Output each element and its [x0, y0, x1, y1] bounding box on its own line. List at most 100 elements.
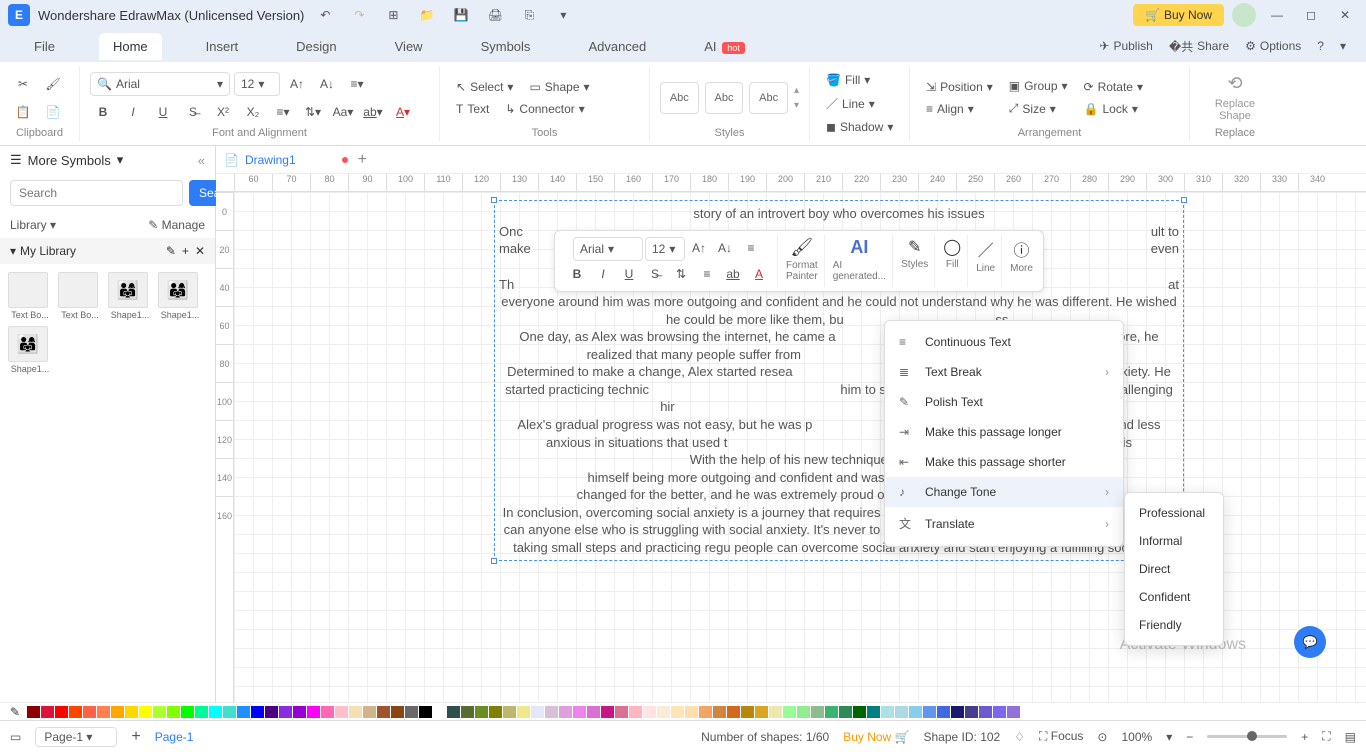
color-swatch[interactable] [755, 706, 768, 718]
style-prev[interactable]: ▴ [794, 85, 799, 96]
color-swatch[interactable] [797, 706, 810, 718]
fullscreen-icon[interactable]: ⛶ [1322, 729, 1330, 744]
tone-friendly[interactable]: Friendly [1125, 611, 1223, 639]
color-swatch[interactable] [895, 706, 908, 718]
color-swatch[interactable] [853, 706, 866, 718]
superscript-button[interactable]: X² [210, 100, 236, 124]
strike-button[interactable]: S̶ [180, 100, 206, 124]
focus-button[interactable]: ⛶ Focus [1039, 729, 1083, 744]
color-swatch[interactable] [69, 706, 82, 718]
tab-design[interactable]: Design [282, 33, 350, 60]
color-swatch[interactable] [657, 706, 670, 718]
align-button[interactable]: ≡▾ [344, 72, 370, 96]
color-swatch[interactable] [489, 706, 502, 718]
color-swatch[interactable] [307, 706, 320, 718]
color-swatch[interactable] [531, 706, 544, 718]
italic-button[interactable]: I [120, 100, 146, 124]
collapse-ribbon-button[interactable]: ▾ [1340, 39, 1346, 53]
color-swatch[interactable] [391, 706, 404, 718]
color-swatch[interactable] [643, 706, 656, 718]
fill-button[interactable]: 🪣 Fill▾ [820, 71, 899, 89]
color-swatch[interactable] [587, 706, 600, 718]
color-swatch[interactable] [811, 706, 824, 718]
replace-shape-icon[interactable]: ⟲ [1227, 73, 1242, 94]
shape-item[interactable]: Shape1... [108, 272, 152, 320]
font-color-button[interactable]: A▾ [390, 100, 416, 124]
color-swatch[interactable] [167, 706, 180, 718]
color-swatch[interactable] [153, 706, 166, 718]
ctx-polish-text[interactable]: ✎Polish Text [885, 387, 1123, 417]
close-button[interactable]: ✕ [1332, 2, 1358, 28]
canvas[interactable]: story of an introvert boy who overcomes … [234, 192, 1366, 702]
float-fill[interactable]: ◯Fill [937, 235, 968, 287]
shape-item[interactable]: Shape1... [158, 272, 202, 320]
align-shapes-button[interactable]: ≡ Align▾ [920, 100, 999, 118]
panel-icon[interactable]: ▤ [1345, 730, 1356, 744]
fit-button[interactable]: ⊙ [1097, 730, 1107, 744]
new-tab-button[interactable]: + [358, 151, 367, 169]
library-dropdown[interactable]: Library ▾ [10, 218, 56, 232]
shadow-button[interactable]: ◼ Shadow▾ [820, 118, 899, 136]
resize-handle[interactable] [1181, 197, 1187, 203]
color-swatch[interactable] [377, 706, 390, 718]
page-tab[interactable]: Page-1 [155, 730, 194, 744]
tone-confident[interactable]: Confident [1125, 583, 1223, 611]
tone-direct[interactable]: Direct [1125, 555, 1223, 583]
my-library-section[interactable]: ▾ My Library ✎ + ✕ [0, 238, 215, 264]
color-swatch[interactable] [965, 706, 978, 718]
chat-button[interactable]: 💬 [1294, 626, 1326, 658]
position-button[interactable]: ⇲ Position▾ [920, 78, 999, 96]
color-swatch[interactable] [517, 706, 530, 718]
spacing-button[interactable]: ⇅▾ [300, 100, 326, 124]
select-tool[interactable]: ↖ Select▾ [450, 78, 519, 96]
color-swatch[interactable] [923, 706, 936, 718]
tone-professional[interactable]: Professional [1125, 499, 1223, 527]
qat-more-button[interactable]: ▾ [550, 2, 576, 28]
float-dec-font[interactable]: A↓ [713, 237, 737, 259]
page-layout-icon[interactable]: ▭ [10, 730, 21, 744]
color-swatch[interactable] [139, 706, 152, 718]
color-swatch[interactable] [111, 706, 124, 718]
style-preset-1[interactable]: Abc [660, 82, 699, 114]
zoom-out[interactable]: − [1186, 730, 1193, 744]
color-swatch[interactable] [293, 706, 306, 718]
float-bold[interactable]: B [565, 263, 589, 285]
color-swatch[interactable] [783, 706, 796, 718]
options-button[interactable]: ⚙ Options [1245, 39, 1301, 53]
style-preset-2[interactable]: Abc [705, 82, 744, 114]
symbol-search-input[interactable] [10, 180, 183, 206]
color-swatch[interactable] [125, 706, 138, 718]
float-align[interactable]: ≡ [739, 237, 763, 259]
underline-button[interactable]: U [150, 100, 176, 124]
manage-button[interactable]: ✎ Manage [148, 218, 205, 232]
font-size-select[interactable]: 12 ▾ [234, 72, 280, 96]
float-inc-font[interactable]: A↑ [687, 237, 711, 259]
tab-insert[interactable]: Insert [192, 33, 253, 60]
tab-advanced[interactable]: Advanced [574, 33, 660, 60]
color-swatch[interactable] [769, 706, 782, 718]
maximize-button[interactable]: ◻ [1298, 2, 1324, 28]
color-swatch[interactable] [433, 706, 446, 718]
zoom-in[interactable]: + [1301, 730, 1308, 744]
color-swatch[interactable] [713, 706, 726, 718]
color-swatch[interactable] [839, 706, 852, 718]
case-button[interactable]: Aa▾ [330, 100, 356, 124]
color-swatch[interactable] [209, 706, 222, 718]
connector-tool[interactable]: ↳ Connector▾ [499, 100, 590, 118]
color-swatch[interactable] [741, 706, 754, 718]
share-button[interactable]: �共 Share [1169, 38, 1229, 55]
style-next[interactable]: ▾ [794, 100, 799, 111]
new-button[interactable]: ⊞ [380, 2, 406, 28]
lib-add-icon[interactable]: + [182, 244, 189, 258]
color-swatch[interactable] [573, 706, 586, 718]
user-avatar[interactable] [1232, 3, 1256, 27]
bold-button[interactable]: B [90, 100, 116, 124]
tab-view[interactable]: View [381, 33, 437, 60]
color-swatch[interactable] [251, 706, 264, 718]
paste-button[interactable]: 📄 [40, 100, 66, 124]
color-swatch[interactable] [223, 706, 236, 718]
color-swatch[interactable] [461, 706, 474, 718]
lib-edit-icon[interactable]: ✎ [166, 244, 176, 258]
ctx-change-tone[interactable]: ♪Change Tone› [885, 477, 1123, 507]
color-swatch[interactable] [321, 706, 334, 718]
